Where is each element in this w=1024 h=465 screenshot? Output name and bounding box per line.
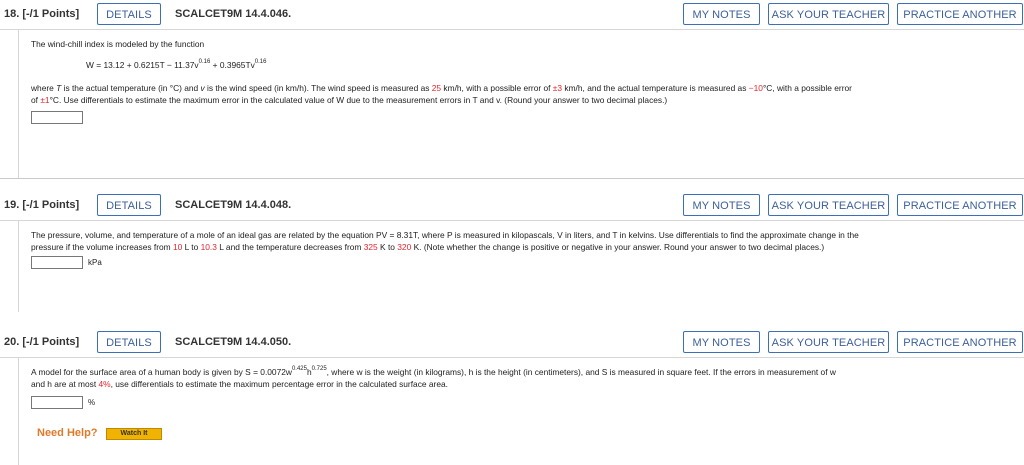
question-header: 18. [-/1 Points] DETAILS SCALCET9M 14.4.… [0,0,1024,30]
my-notes-button[interactable]: MY NOTES [683,331,760,353]
content-border [18,357,19,465]
question-text-line1: The pressure, volume, and temperature of… [31,230,859,240]
question-header: 19. [-/1 Points] DETAILS SCALCET9M 14.4.… [0,191,1024,221]
ask-teacher-button[interactable]: ASK YOUR TEACHER [768,331,889,353]
question-code: SCALCET9M 14.4.046. [175,8,292,20]
answer-input[interactable] [31,111,83,124]
details-button[interactable]: DETAILS [97,3,161,25]
answer-input[interactable] [31,256,83,269]
watch-it-button[interactable]: Watch It [106,428,162,440]
header-divider [0,357,1024,358]
question-text-line1: A model for the surface area of a human … [31,366,836,377]
formula: W = 13.12 + 0.6215T − 11.37v0.16 + 0.396… [86,59,267,70]
my-notes-button[interactable]: MY NOTES [683,194,760,216]
question-text-line2: pressure if the volume increases from 10… [31,242,825,252]
question-code: SCALCET9M 14.4.050. [175,336,292,348]
practice-another-button[interactable]: PRACTICE ANOTHER [897,3,1023,25]
details-button[interactable]: DETAILS [97,194,161,216]
content-border [18,220,19,312]
need-help-label: Need Help? [37,427,98,439]
question-header: 20. [-/1 Points] DETAILS SCALCET9M 14.4.… [0,328,1024,358]
question-code: SCALCET9M 14.4.048. [175,199,292,211]
my-notes-button[interactable]: MY NOTES [683,3,760,25]
ask-teacher-button[interactable]: ASK YOUR TEACHER [768,3,889,25]
question-number: 18. [-/1 Points] [4,8,80,20]
question-intro: The wind-chill index is modeled by the f… [31,39,205,49]
question-text-line2: and h are at most 4%, use differentials … [31,379,448,389]
ask-teacher-button[interactable]: ASK YOUR TEACHER [768,194,889,216]
details-button[interactable]: DETAILS [97,331,161,353]
question-text-line2: of ±1°C. Use differentials to estimate t… [31,95,668,105]
question-divider [0,178,1024,179]
content-border [18,29,19,179]
question-number: 20. [-/1 Points] [4,336,80,348]
header-divider [0,29,1024,30]
header-divider [0,220,1024,221]
practice-another-button[interactable]: PRACTICE ANOTHER [897,331,1023,353]
unit-label: % [88,398,96,407]
practice-another-button[interactable]: PRACTICE ANOTHER [897,194,1023,216]
question-text-line1: where T is the actual temperature (in °C… [31,83,852,93]
question-number: 19. [-/1 Points] [4,199,80,211]
unit-label: kPa [88,258,102,267]
answer-input[interactable] [31,396,83,409]
